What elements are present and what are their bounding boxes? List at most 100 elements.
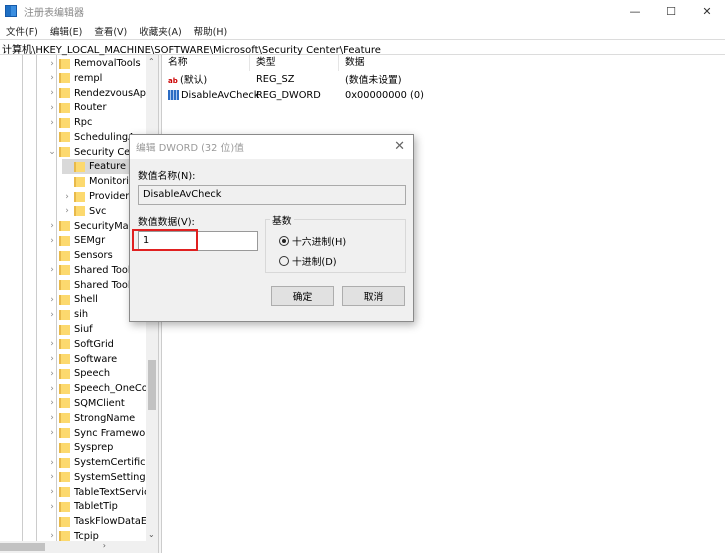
column-header-type[interactable]: 类型 [250,55,339,71]
value-data: (数值未设置) [345,75,402,86]
folder-icon [59,368,70,379]
chevron-right-icon[interactable]: › [47,398,57,408]
chevron-right-icon[interactable]: › [47,236,57,246]
chevron-right-icon[interactable]: › [47,413,57,423]
tree-item[interactable]: › TabletTip [47,499,118,514]
column-header-name[interactable]: 名称 [162,55,250,71]
tree-item-label: Provider [89,191,130,203]
chevron-right-icon[interactable]: › [47,73,57,83]
tree-horizontal-scrollbar[interactable]: › [0,541,158,553]
dec-radio[interactable]: 十进制(D) [279,254,337,268]
title-bar: 注册表编辑器 — ☐ ✕ [0,0,725,22]
tree-item[interactable]: › Software [47,352,117,367]
tree-item[interactable]: › Tcpip [47,529,99,541]
tree-item[interactable]: › SEMgr [47,233,105,248]
tree-item[interactable]: Shared Tools [47,278,136,293]
close-button[interactable]: ✕ [689,0,725,22]
folder-icon [59,339,70,350]
chevron-right-icon[interactable]: › [47,59,57,69]
value-name: DisableAvCheck [181,89,260,101]
chevron-right-icon[interactable]: › [47,310,57,320]
menu-file[interactable]: 文件(F) [0,24,44,38]
chevron-right-icon[interactable]: › [47,265,57,275]
tree-item[interactable]: › Shared Tools [47,263,136,278]
folder-icon [59,235,70,246]
folder-icon [59,324,70,335]
tree-item[interactable]: › Svc [62,204,106,219]
tree-item[interactable]: › Speech_OneCore [47,381,146,396]
maximize-button[interactable]: ☐ [653,0,689,22]
tree-item[interactable]: › RemovalTools [47,56,140,71]
dialog-title: 编辑 DWORD (32 位)值 [136,143,244,154]
minimize-button[interactable]: — [617,0,653,22]
ok-button[interactable]: 确定 [271,286,334,306]
menu-view[interactable]: 查看(V) [88,24,133,38]
dialog-close-icon[interactable]: ✕ [394,139,405,154]
folder-icon [59,354,70,365]
tree-item[interactable]: › Provider [62,189,129,204]
tree-item-label: SEMgr [74,235,106,247]
folder-icon [74,161,85,172]
tree-item[interactable]: › Rpc [47,115,92,130]
chevron-right-icon[interactable]: › [62,192,72,202]
chevron-right-icon[interactable]: › [47,339,57,349]
hex-radio[interactable]: 十六进制(H) [279,234,346,248]
menu-help[interactable]: 帮助(H) [188,24,234,38]
tree-item[interactable]: › Speech [47,366,110,381]
list-item[interactable]: DisableAvCheck REG_DWORD 0x00000000 (0) [162,87,725,103]
hex-label: 十六进制(H) [292,237,347,248]
column-header-data[interactable]: 数据 [339,55,539,71]
tree-item[interactable]: TaskFlowDataEngine [47,514,146,529]
chevron-right-icon[interactable]: › [47,221,57,231]
chevron-right-icon[interactable]: › [47,502,57,512]
cancel-button[interactable]: 取消 [342,286,405,306]
tree-item[interactable]: › SoftGrid [47,337,114,352]
folder-icon [59,221,70,232]
scroll-thumb[interactable] [148,360,156,410]
folder-icon [59,73,70,84]
tree-item[interactable]: Siuf [47,322,93,337]
scroll-thumb[interactable] [0,543,45,551]
chevron-right-icon[interactable]: › [47,88,57,98]
tree-item[interactable]: › rempl [47,71,102,86]
menu-favorites[interactable]: 收藏夹(A) [133,24,187,38]
chevron-right-icon[interactable]: › [47,458,57,468]
tree-item[interactable]: › SystemSettings [47,470,146,485]
tree-item[interactable]: › Router [47,100,106,115]
tree-item[interactable]: › SQMClient [47,396,125,411]
chevron-right-icon[interactable]: › [62,206,72,216]
tree-item[interactable]: › TableTextService [47,485,146,500]
tree-item[interactable]: Sysprep [47,440,113,455]
chevron-right-icon[interactable]: › [47,295,57,305]
tree-item[interactable]: › StrongName [47,411,135,426]
tree-item[interactable]: Sensors [47,248,113,263]
chevron-right-icon[interactable]: › [47,531,57,541]
chevron-right-icon[interactable]: › [47,428,57,438]
folder-icon [59,280,70,291]
chevron-right-icon[interactable]: › [47,354,57,364]
dec-label: 十进制(D) [292,257,337,268]
chevron-right-icon[interactable]: › [47,487,57,497]
chevron-right-icon[interactable]: › [47,369,57,379]
tree-item-label: Speech [74,368,111,380]
tree-item[interactable]: › SystemCertificates [47,455,146,470]
menu-edit[interactable]: 编辑(E) [44,24,88,38]
folder-icon [59,487,70,498]
tree-item[interactable]: › sih [47,307,88,322]
list-item[interactable]: ab (默认) REG_SZ (数值未设置) [162,71,725,87]
chevron-down-icon[interactable]: ⌄ [47,147,57,157]
tree-item-label: sih [74,309,89,321]
tree-item[interactable]: › Shell [47,292,98,307]
chevron-right-icon[interactable]: › [47,103,57,113]
tree-item[interactable]: › RendezvousApp [47,86,146,101]
chevron-right-icon[interactable]: › [47,118,57,128]
menu-bar: 文件(F) 编辑(E) 查看(V) 收藏夹(A) 帮助(H) [0,22,233,39]
tree-item[interactable]: › Sync Framework [47,426,146,441]
chevron-right-icon[interactable]: › [47,384,57,394]
value-type: REG_SZ [256,73,295,85]
chevron-right-icon[interactable]: › [47,472,57,482]
folder-icon [59,309,70,320]
address-bar[interactable]: 计算机\HKEY_LOCAL_MACHINE\SOFTWARE\Microsof… [0,39,725,56]
folder-icon [59,383,70,394]
tree-item[interactable]: Feature [62,159,131,175]
